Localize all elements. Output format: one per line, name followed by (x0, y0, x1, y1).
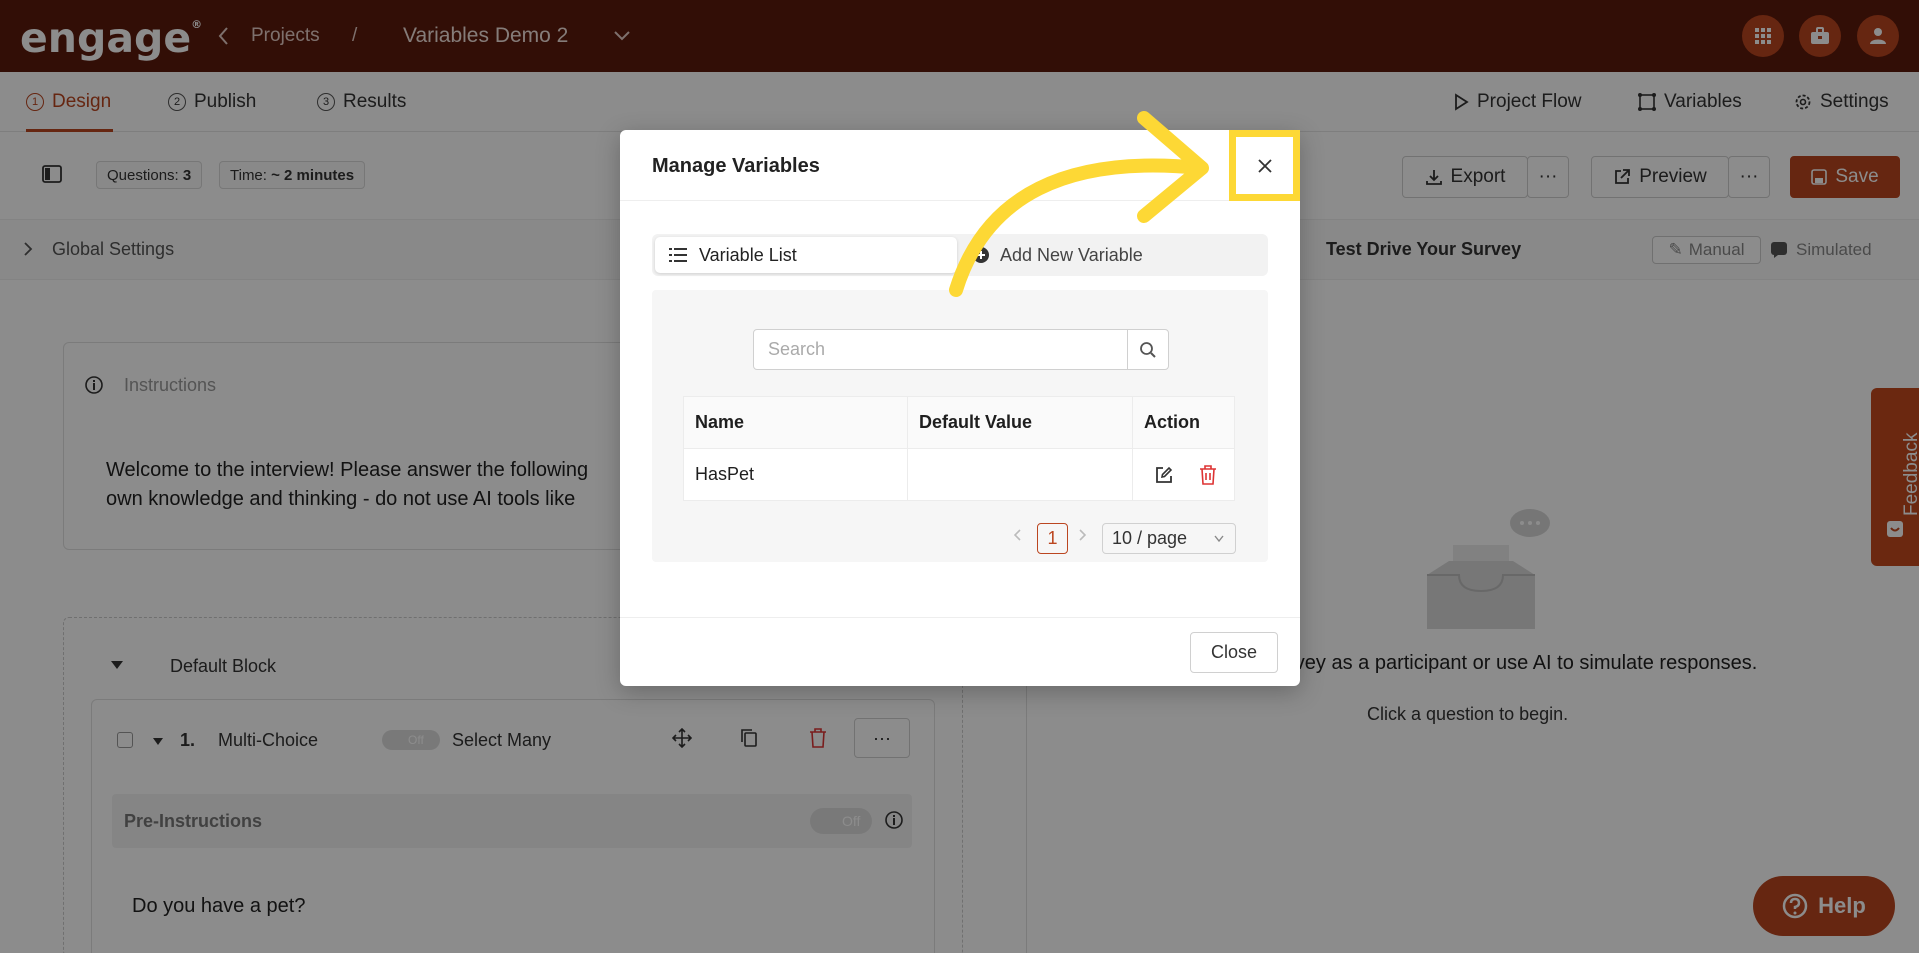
prev-page-icon[interactable] (1012, 527, 1024, 543)
column-header: Name (683, 396, 908, 449)
modal-title: Manage Variables (652, 155, 820, 177)
edit-icon[interactable] (1154, 465, 1174, 485)
column-header: Default Value (907, 396, 1133, 449)
column-header: Action (1132, 396, 1235, 449)
annotation-arrow-icon (940, 108, 1220, 308)
variable-search-input[interactable]: Search (753, 329, 1128, 370)
delete-icon[interactable] (1199, 465, 1217, 485)
search-icon (1139, 341, 1157, 359)
variable-action-cell (1132, 448, 1235, 501)
modal-footer-divider (620, 617, 1300, 618)
close-button[interactable]: Close (1190, 632, 1278, 673)
page-size-label: 10 / page (1112, 528, 1188, 548)
table-header-row: Name Default Value Action (683, 396, 1235, 449)
chevron-down-icon (1213, 534, 1225, 544)
variable-name-cell: HasPet (683, 448, 908, 501)
variable-default-cell (907, 448, 1133, 501)
search-button[interactable] (1127, 329, 1169, 370)
seg-variable-list[interactable]: Variable List (655, 237, 957, 273)
page-size-select[interactable]: 10 / page (1102, 523, 1236, 554)
close-icon (1256, 157, 1274, 175)
next-page-icon[interactable] (1076, 527, 1088, 543)
variables-table: Name Default Value Action HasPet (683, 396, 1235, 501)
list-icon (669, 247, 687, 263)
page-number[interactable]: 1 (1037, 523, 1068, 554)
table-row: HasPet (683, 448, 1235, 501)
modal-close-x-button[interactable] (1229, 130, 1300, 201)
seg-list-label: Variable List (699, 244, 797, 265)
